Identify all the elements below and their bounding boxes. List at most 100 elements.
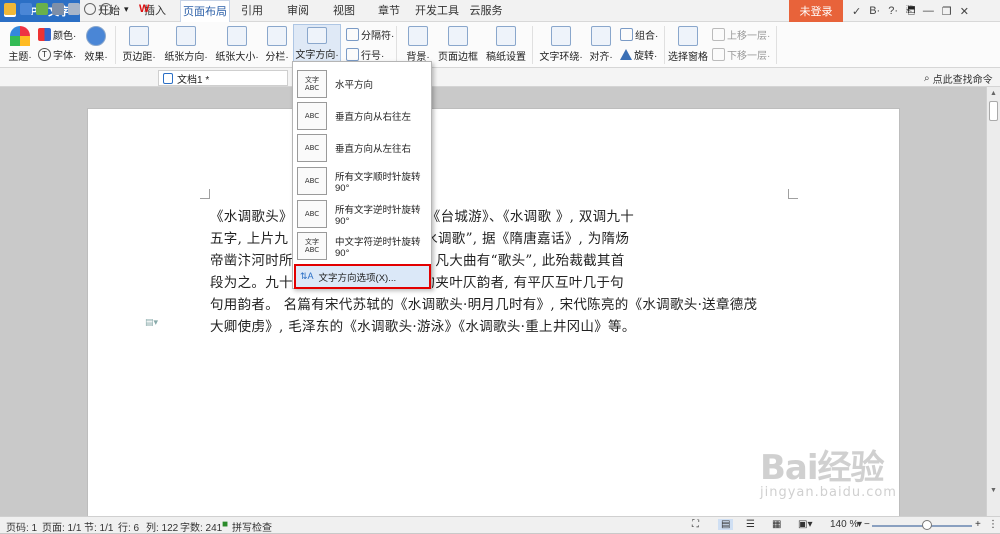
search-icon: ⌕ [924, 73, 930, 84]
line-number-label: 行号· [361, 51, 385, 62]
tab-developer[interactable]: 开发工具 [412, 0, 462, 22]
undo-icon[interactable] [84, 3, 96, 15]
web-view-icon[interactable]: ▦ [772, 519, 781, 530]
text-direction-label: 文字方向· [295, 50, 339, 61]
menu-item-rotate-ccw[interactable]: ABC 所有文字逆时针旋转90° [294, 198, 431, 230]
orientation-button[interactable]: 纸张方向· [162, 26, 210, 63]
theme-button[interactable]: 主题· [6, 26, 34, 63]
paper-size-icon [227, 26, 247, 46]
command-search[interactable]: ⌕ 点此查找命令 [924, 71, 993, 86]
paper-size-label: 纸张大小· [215, 52, 259, 63]
menu-item-vertical-ltr[interactable]: ABC 垂直方向从左往右 [294, 132, 431, 164]
document-tab[interactable]: 文档1 * [158, 70, 288, 86]
redo-icon[interactable] [100, 3, 112, 15]
theme-icon [10, 26, 30, 46]
skin-icon[interactable]: ✓ [852, 5, 861, 18]
margin-button[interactable]: 页边距· [120, 26, 158, 63]
vertical-ltr-text-icon: ABC [297, 134, 327, 162]
watermark-logo: Bai经验 [760, 448, 885, 488]
text-direction-options-item[interactable]: ⇅A 文字方向选项(X)... [294, 264, 431, 289]
zoom-in-icon[interactable]: + [975, 519, 981, 530]
ribbon-divider [396, 26, 397, 64]
selection-pane-button[interactable]: 选择窗格 [668, 26, 708, 63]
tab-page-layout[interactable]: 页面布局 [180, 0, 230, 23]
bring-forward-icon [712, 28, 725, 41]
effect-icon [86, 26, 106, 46]
new-doc-icon[interactable] [36, 3, 48, 15]
menu-item-vertical-rtl[interactable]: ABC 垂直方向从右往左 [294, 100, 431, 132]
tab-review[interactable]: 审阅 [281, 0, 315, 22]
open-file-icon[interactable] [4, 3, 16, 15]
tab-cloud[interactable]: 云服务 [466, 0, 506, 22]
page-view-icon[interactable]: ▤ [718, 519, 734, 530]
login-button[interactable]: 未登录 [789, 0, 843, 22]
color-button[interactable]: 颜色· [38, 27, 76, 42]
text-direction-button[interactable]: 文字方向· [293, 24, 341, 62]
tab-view[interactable]: 视图 [327, 0, 361, 22]
zoom-out-icon[interactable]: − [864, 519, 870, 530]
menu-item-chinese-rotate-ccw[interactable]: 文字ABC 中文字符逆时针旋转90° [294, 230, 431, 262]
scroll-thumb[interactable] [989, 101, 998, 121]
paragraph-handle-icon[interactable]: ▤▾ [145, 317, 158, 328]
status-word-count[interactable]: 字数: 241 [180, 519, 222, 534]
vertical-scrollbar[interactable]: ▲ ▼ [986, 87, 1000, 517]
menu-item-horizontal[interactable]: 文字ABC 水平方向 [294, 68, 431, 100]
text-wrap-button[interactable]: 文字环绕· [538, 26, 584, 63]
group-label: 组合· [635, 31, 659, 42]
print-icon[interactable] [52, 3, 64, 15]
line-number-button[interactable]: 行号· [346, 47, 384, 62]
zoom-level[interactable]: 140 % [830, 519, 858, 530]
send-backward-label: 下移一层· [727, 51, 771, 62]
font-button[interactable]: T 字体· [38, 47, 76, 62]
effect-button[interactable]: 效果· [83, 26, 109, 63]
rotate-label: 旋转· [634, 51, 658, 62]
status-row[interactable]: 行: 6 [118, 519, 139, 534]
tab-references[interactable]: 引用 [235, 0, 269, 22]
draft-paper-button[interactable]: 稿纸设置 [485, 26, 527, 63]
paste-options-icon[interactable]: ⬒ [907, 3, 919, 15]
zoom-dropdown-icon[interactable]: ▾ [857, 519, 862, 530]
menu-item-rotate-cw[interactable]: ABC 所有文字顺时针旋转90° [294, 165, 431, 197]
status-page[interactable]: 页面: 1/1 [42, 519, 81, 534]
scroll-up-icon[interactable]: ▲ [990, 90, 997, 97]
separator-icon [346, 28, 359, 41]
font-label: 字体· [53, 51, 77, 62]
effect-label: 效果· [84, 52, 108, 63]
zoom-fit-icon[interactable]: ⋮ [988, 519, 998, 530]
separator-button[interactable]: 分隔符· [346, 27, 394, 42]
paper-size-button[interactable]: 纸张大小· [213, 26, 261, 63]
align-button[interactable]: 对齐· [587, 26, 615, 63]
read-mode-icon[interactable]: ▣▾ [798, 519, 812, 530]
minimize-icon[interactable]: — [923, 5, 934, 17]
page-border-icon [448, 26, 468, 46]
preview-icon[interactable] [68, 3, 80, 15]
tab-chapter[interactable]: 章节 [372, 0, 406, 22]
bring-forward-button[interactable]: 上移一层· [712, 27, 770, 42]
wps-doc-icon: W [139, 3, 150, 15]
fullscreen-view-icon[interactable]: ⛶ [692, 519, 699, 530]
scroll-down-icon[interactable]: ▼ [990, 487, 997, 494]
spell-check-label[interactable]: 拼写检查 [232, 519, 272, 534]
close-icon[interactable]: ✕ [960, 5, 969, 18]
zoom-slider-knob[interactable] [922, 520, 932, 530]
group-button[interactable]: 组合· [620, 27, 658, 42]
horizontal-text-icon: 文字ABC [297, 70, 327, 98]
separator-label: 分隔符· [361, 31, 395, 42]
page-border-button[interactable]: 页面边框 [437, 26, 479, 63]
chevron-down-icon[interactable]: ▾ [124, 3, 136, 15]
outline-view-icon[interactable]: ☰ [746, 519, 755, 530]
help-icon[interactable]: ?· [888, 5, 898, 17]
status-section[interactable]: 节: 1/1 [84, 519, 113, 534]
menu-item-label: 所有文字顺时针旋转90° [335, 171, 421, 194]
rotate-button[interactable]: 旋转· [620, 47, 657, 62]
background-button[interactable]: 背景· [403, 26, 433, 63]
baidu-jingyan-watermark: Bai经验 jingyan.baidu.com [760, 440, 897, 500]
feedback-icon[interactable]: B· [869, 5, 880, 17]
save-icon[interactable] [20, 3, 32, 15]
status-page-code[interactable]: 页码: 1 [6, 519, 37, 534]
status-column[interactable]: 列: 122 [146, 519, 178, 534]
spell-check-icon: ■ [222, 519, 229, 530]
columns-button[interactable]: 分栏· [263, 26, 291, 63]
send-backward-button[interactable]: 下移一层· [712, 47, 770, 62]
maximize-icon[interactable]: ❐ [942, 5, 952, 18]
